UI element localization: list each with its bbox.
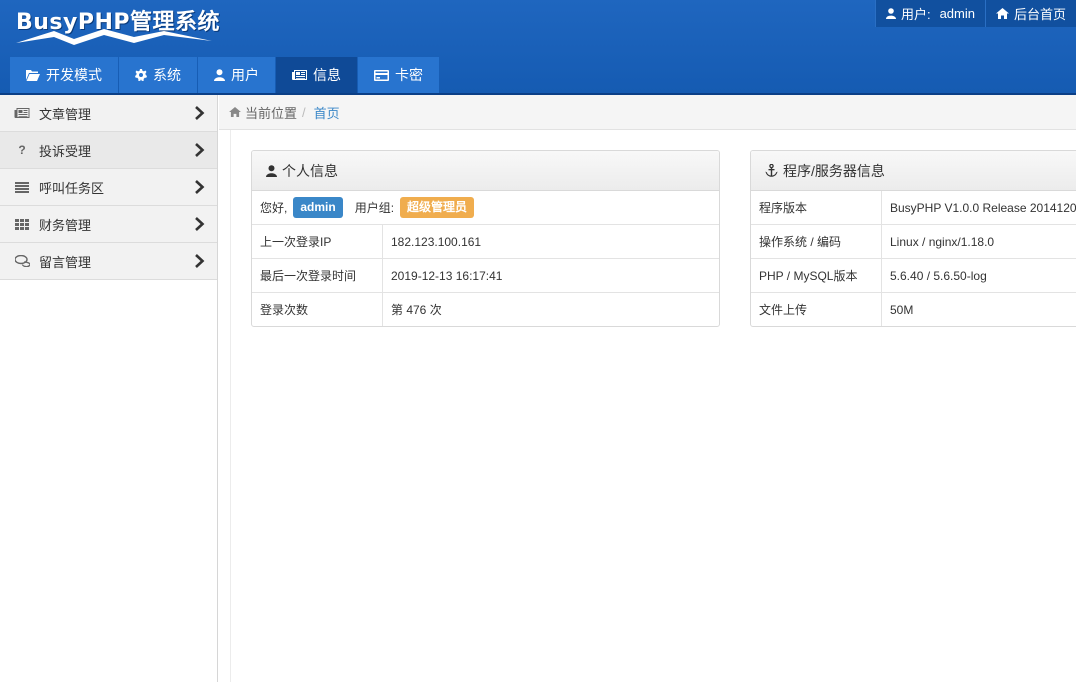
- sidebar-item-label: 留言管理: [39, 254, 92, 270]
- chevron-right-icon: [195, 254, 205, 268]
- sidebar-item-label: 呼叫任务区: [39, 180, 105, 196]
- sidebar-item-complaints[interactable]: ? 投诉受理: [0, 132, 217, 169]
- newspaper-icon: [14, 106, 30, 120]
- logo[interactable]: BusyPHP管理系统: [14, 2, 220, 52]
- admin-home-link[interactable]: 后台首页: [984, 0, 1076, 27]
- panel-header: 程序/服务器信息: [751, 151, 1076, 191]
- user-name: admin: [939, 6, 975, 21]
- table-row: 登录次数 第 476 次: [252, 293, 719, 326]
- breadcrumb: 当前位置 / 首页: [219, 95, 1076, 130]
- table-row: 程序版本 BusyPHP V1.0.0 Release 2014120: [751, 191, 1076, 225]
- admin-home-label: 后台首页: [1013, 7, 1066, 22]
- table-row: 最后一次登录时间 2019-12-13 16:17:41: [252, 259, 719, 293]
- row-label: 文件上传: [751, 293, 882, 326]
- table-row: 文件上传 50M: [751, 293, 1076, 326]
- tab-user[interactable]: 用户: [198, 57, 275, 93]
- greeting-cell: 您好, admin 用户组: 超级管理员: [252, 191, 475, 224]
- top-header: BusyPHP管理系统 用户: admin 后台首页 开发模式 系统 用户 信息…: [0, 0, 1076, 95]
- user-label: 用户:: [900, 7, 931, 22]
- chevron-right-icon: [195, 180, 205, 194]
- breadcrumb-prefix: 当前位置: [245, 105, 298, 121]
- row-value: 50M: [890, 302, 914, 317]
- comments-icon: [14, 254, 30, 268]
- user-icon: [266, 164, 277, 177]
- sidebar-item-label: 文章管理: [39, 106, 92, 122]
- panel-title: 个人信息: [282, 162, 338, 179]
- sidebar-item-label: 投诉受理: [39, 143, 92, 159]
- folder-open-icon: [26, 70, 40, 81]
- main-nav: 开发模式 系统 用户 信息 卡密: [10, 57, 439, 93]
- personal-info-panel: 个人信息 您好, admin 用户组: 超级管理员 上一次登录IP 182.12…: [251, 150, 720, 327]
- tab-system[interactable]: 系统: [119, 57, 197, 93]
- user-menu[interactable]: 用户: admin: [874, 0, 985, 27]
- chevron-right-icon: [195, 143, 205, 157]
- row-value: 2019-12-13 16:17:41: [391, 268, 503, 283]
- tab-info[interactable]: 信息: [276, 57, 357, 93]
- tab-label: 卡密: [395, 67, 423, 83]
- table-row: 操作系统 / 编码 Linux / nginx/1.18.0: [751, 225, 1076, 259]
- user-badge: admin: [293, 197, 343, 218]
- row-value: 第 476 次: [391, 303, 442, 317]
- row-value: 182.123.100.161: [391, 234, 482, 249]
- chevron-right-icon: [195, 217, 205, 231]
- tab-dev-mode[interactable]: 开发模式: [10, 57, 118, 93]
- anchor-icon: [765, 164, 778, 177]
- row-label: 登录次数: [252, 293, 383, 326]
- row-value: BusyPHP V1.0.0 Release 2014120: [890, 200, 1076, 215]
- breadcrumb-separator: /: [302, 104, 306, 120]
- table-row: PHP / MySQL版本 5.6.40 / 5.6.50-log: [751, 259, 1076, 293]
- list-icon: [14, 180, 30, 194]
- sidebar-item-label: 财务管理: [39, 217, 92, 233]
- gear-icon: [135, 69, 147, 81]
- user-icon: [885, 8, 896, 19]
- question-icon: ?: [18, 143, 26, 157]
- sidebar: 文章管理 ? 投诉受理 呼叫任务区 财务管理 留言管理: [0, 95, 218, 682]
- newspaper-icon: [292, 70, 307, 80]
- row-label: 上一次登录IP: [252, 225, 383, 258]
- group-label: 用户组:: [354, 201, 395, 215]
- row-label: 最后一次登录时间: [252, 259, 383, 292]
- row-value: Linux / nginx/1.18.0: [890, 234, 995, 249]
- row-label: 操作系统 / 编码: [751, 225, 882, 258]
- greeting-text: 您好,: [260, 201, 288, 215]
- table-row: 上一次登录IP 182.123.100.161: [252, 225, 719, 259]
- server-info-panel: 程序/服务器信息 程序版本 BusyPHP V1.0.0 Release 201…: [750, 150, 1076, 327]
- panel-title: 程序/服务器信息: [783, 162, 885, 179]
- sidebar-item-articles[interactable]: 文章管理: [0, 95, 217, 132]
- row-label: PHP / MySQL版本: [751, 259, 882, 292]
- panel-header: 个人信息: [252, 151, 719, 191]
- row-value: 5.6.40 / 5.6.50-log: [890, 268, 987, 283]
- logo-wave-icon: [16, 29, 212, 45]
- credit-card-icon: [374, 69, 389, 81]
- top-right-links: 用户: admin 后台首页: [874, 0, 1076, 27]
- chevron-right-icon: [195, 106, 205, 120]
- sidebar-item-finance[interactable]: 财务管理: [0, 206, 217, 243]
- tab-card-key[interactable]: 卡密: [358, 57, 439, 93]
- tab-label: 系统: [153, 67, 181, 83]
- user-icon: [214, 69, 225, 81]
- greeting-row: 您好, admin 用户组: 超级管理员: [252, 191, 719, 225]
- sidebar-item-call-tasks[interactable]: 呼叫任务区: [0, 169, 217, 206]
- home-icon: [995, 8, 1009, 19]
- main-content: 个人信息 您好, admin 用户组: 超级管理员 上一次登录IP 182.12…: [230, 130, 1076, 682]
- breadcrumb-current[interactable]: 首页: [314, 103, 340, 122]
- tab-label: 开发模式: [46, 67, 102, 83]
- grid-icon: [14, 217, 30, 231]
- tab-label: 用户: [231, 67, 259, 83]
- home-icon: [229, 107, 241, 117]
- row-label: 程序版本: [751, 191, 882, 224]
- sidebar-item-messages[interactable]: 留言管理: [0, 243, 217, 280]
- group-badge: 超级管理员: [400, 197, 475, 218]
- tab-label: 信息: [313, 67, 341, 83]
